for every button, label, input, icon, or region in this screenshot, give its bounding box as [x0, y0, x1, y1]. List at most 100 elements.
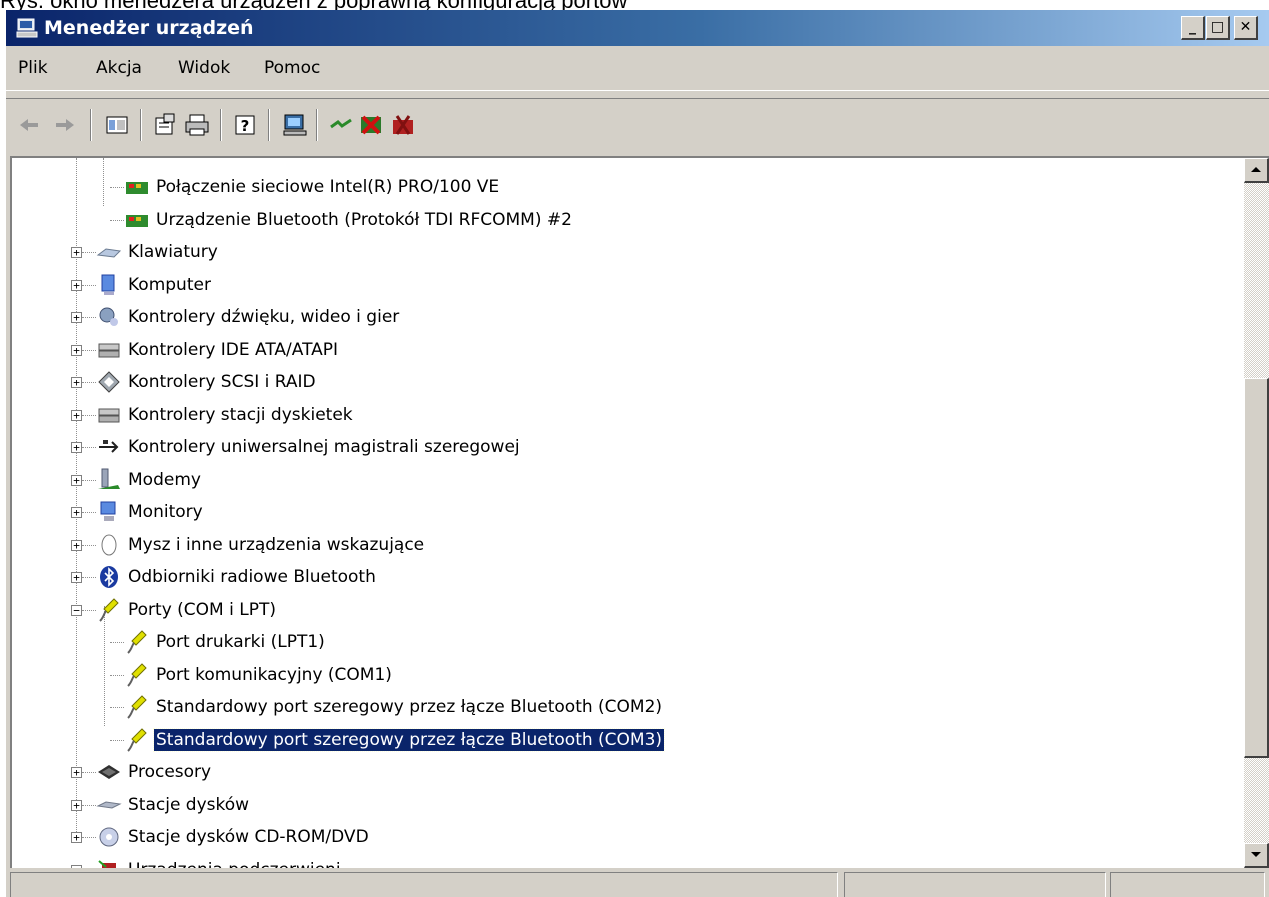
tree-expander[interactable]: + [71, 312, 82, 323]
tree-item-label[interactable]: Urządzenia podczerwieni [126, 859, 343, 869]
tree-connector [110, 739, 124, 741]
device-tree[interactable]: Połączenie sieciowe Intel(R) PRO/100 VE U… [10, 156, 1269, 868]
update-driver-icon[interactable] [328, 112, 354, 138]
tree-item-label[interactable]: Port komunikacyjny (COM1) [154, 664, 394, 686]
tree-connector [82, 804, 96, 806]
tree-expander[interactable]: + [71, 474, 82, 486]
window-title: Menedżer urządzeń [44, 17, 254, 39]
infrared-icon [98, 859, 116, 868]
forward-arrow-icon[interactable] [52, 112, 78, 138]
properties-icon[interactable] [152, 112, 178, 138]
port-icon [127, 662, 147, 687]
tree-item-label[interactable]: Połączenie sieciowe Intel(R) PRO/100 VE [154, 176, 501, 198]
status-panel-2 [844, 872, 1106, 897]
tree-item-label[interactable]: Port drukarki (LPT1) [154, 631, 327, 653]
port-icon [99, 597, 119, 622]
sound-icon [99, 307, 118, 326]
tree-expander[interactable]: + [71, 442, 82, 453]
scan-hardware-icon[interactable] [282, 112, 308, 138]
tree-expander[interactable]: + [71, 799, 82, 811]
tree-connector [110, 707, 124, 708]
scroll-down-button[interactable] [1244, 843, 1269, 868]
bluetooth-icon [100, 566, 118, 588]
port-icon [127, 695, 147, 719]
tree-connector [110, 219, 124, 221]
tree-expander[interactable]: + [71, 864, 82, 868]
show-hide-console-tree-icon[interactable] [104, 112, 130, 138]
tree-item-label[interactable]: Monitory [126, 501, 205, 523]
uninstall-device-icon[interactable] [390, 112, 416, 138]
tree-item-selected[interactable]: Standardowy port szeregowy przez łącze B… [152, 727, 666, 752]
tree-connector [82, 317, 96, 318]
title-bar[interactable]: Menedżer urządzeń _ □ ✕ [6, 10, 1269, 46]
toolbar-separator [220, 109, 222, 141]
ide-controller-icon [98, 343, 120, 357]
tree-expander[interactable]: + [71, 279, 82, 291]
tree-item-label[interactable]: Kontrolery IDE ATA/ATAPI [126, 339, 340, 361]
tree-connector [82, 837, 96, 838]
tree-expander[interactable]: + [71, 344, 82, 356]
tree-connector [82, 447, 96, 448]
maximize-button[interactable]: □ [1206, 16, 1230, 40]
tree-expander[interactable]: + [71, 572, 82, 583]
network-adapter-icon [126, 182, 148, 194]
tree-item-label[interactable]: Klawiatury [126, 241, 220, 263]
tree-item-label[interactable]: Modemy [126, 469, 203, 491]
minimize-button[interactable]: _ [1181, 16, 1205, 40]
toolbar-separator [140, 109, 142, 141]
tree-connector [82, 252, 96, 253]
tree-item-label[interactable]: Procesory [126, 761, 213, 783]
status-bar [6, 870, 1269, 897]
keyboard-icon [96, 248, 122, 258]
print-icon[interactable] [184, 112, 210, 138]
tree-item-label[interactable]: Stacje dysków CD-ROM/DVD [126, 826, 371, 848]
tree-expander[interactable]: + [71, 247, 82, 258]
tree-connector [76, 158, 77, 838]
toolbar-separator [268, 109, 270, 141]
tree-expander[interactable]: + [71, 507, 82, 518]
menu-akcja[interactable]: Akcja [96, 58, 142, 78]
tree-expander[interactable]: + [71, 377, 82, 388]
port-icon [127, 727, 147, 752]
tree-expander[interactable]: + [71, 767, 82, 778]
tree-item-label[interactable]: Porty (COM i LPT) [126, 599, 278, 621]
tree-expander[interactable]: + [71, 832, 82, 843]
tree-item-label[interactable]: Kontrolery SCSI i RAID [126, 371, 318, 393]
svg-text:?: ? [241, 117, 250, 135]
port-icon [127, 630, 147, 654]
tree-connector [82, 479, 96, 481]
tree-connector [110, 674, 124, 676]
tree-item-label[interactable]: Standardowy port szeregowy przez łącze B… [154, 696, 664, 718]
help-icon[interactable]: ? [232, 112, 258, 138]
tree-item-label[interactable]: Urządzenie Bluetooth (Protokół TDI RFCOM… [154, 209, 574, 231]
tree-item-label[interactable]: Kontrolery dźwięku, wideo i gier [126, 306, 401, 328]
back-arrow-icon[interactable] [16, 112, 42, 138]
disable-device-icon[interactable] [358, 112, 384, 138]
menu-widok[interactable]: Widok [178, 58, 230, 78]
tree-connector [110, 642, 124, 643]
tree-connector [82, 609, 96, 611]
mouse-icon [101, 534, 117, 555]
vertical-scrollbar[interactable] [1244, 158, 1269, 868]
scroll-thumb[interactable] [1244, 378, 1269, 758]
tree-connector [82, 414, 96, 416]
tree-item-label[interactable]: Odbiorniki radiowe Bluetooth [126, 566, 378, 588]
tree-item-label[interactable]: Kontrolery stacji dyskietek [126, 404, 355, 426]
scroll-up-button[interactable] [1244, 158, 1269, 183]
tree-item-label[interactable]: Kontrolery uniwersalnej magistrali szere… [126, 436, 522, 458]
modem-icon [98, 468, 120, 489]
status-panel-3 [1110, 872, 1265, 897]
menu-pomoc[interactable]: Pomoc [264, 58, 320, 78]
tree-connector [82, 577, 96, 578]
close-button[interactable]: ✕ [1234, 16, 1258, 40]
tree-connector [103, 158, 104, 206]
tree-expander[interactable]: − [71, 604, 82, 616]
network-adapter-icon [126, 214, 148, 227]
menu-plik[interactable]: Plik [18, 58, 48, 78]
tree-item-label[interactable]: Stacje dysków [126, 794, 251, 816]
tree-item-label[interactable]: Mysz i inne urządzenia wskazujące [126, 534, 426, 556]
tree-expander[interactable]: + [71, 539, 82, 551]
tree-item-label[interactable]: Komputer [126, 274, 213, 296]
tree-expander[interactable]: + [71, 409, 82, 421]
monitor-icon [100, 501, 116, 521]
